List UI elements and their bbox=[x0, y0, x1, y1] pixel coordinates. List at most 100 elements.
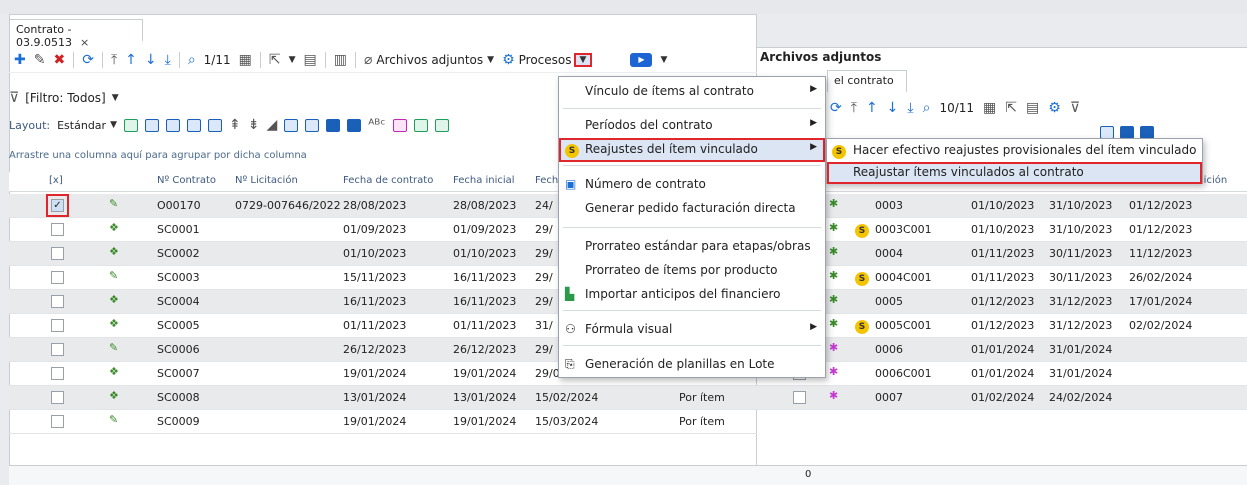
search-icon[interactable]: ⌕ bbox=[188, 52, 196, 68]
menu-item[interactable]: ⎘ Generación de planillas en Lote bbox=[559, 353, 825, 377]
chart-icon[interactable]: ◢ bbox=[266, 117, 277, 133]
search-icon[interactable]: ⌕ bbox=[923, 100, 931, 116]
contract-date: 15/11/2023 bbox=[343, 271, 407, 284]
edit-icon[interactable]: ✎ bbox=[34, 52, 46, 68]
tab-periods[interactable]: el contrato bbox=[827, 70, 907, 92]
document-icon[interactable]: ▤ bbox=[304, 52, 317, 68]
menu-item[interactable]: Generar pedido facturación directa bbox=[559, 197, 825, 221]
document-icon[interactable]: ▤ bbox=[1026, 100, 1039, 116]
select-checkbox[interactable] bbox=[793, 391, 806, 404]
report-icon[interactable]: ▥ bbox=[334, 52, 347, 68]
column-header[interactable]: Fech bbox=[535, 175, 558, 186]
up-icon[interactable]: ↑ bbox=[866, 100, 878, 116]
menu-item[interactable]: Prorrateo de ítems por producto bbox=[559, 259, 825, 283]
gear-icon[interactable]: ⚙ bbox=[1048, 100, 1061, 116]
unpin-icon[interactable]: ⇟ bbox=[248, 117, 260, 133]
view-icon[interactable] bbox=[392, 118, 407, 132]
select-checkbox[interactable] bbox=[51, 271, 64, 284]
table-row[interactable]: ✎ SC0009 19/01/2024 19/01/2024 15/03/2024 Por… bbox=[9, 410, 757, 434]
start-date: 26/12/2023 bbox=[453, 343, 517, 356]
chevron-down-icon[interactable]: ▼ bbox=[289, 55, 296, 65]
column-header[interactable]: Nº Licitación bbox=[235, 175, 298, 186]
start-date: 19/01/2024 bbox=[453, 367, 517, 380]
period-icon: ✱ bbox=[829, 269, 839, 282]
last-icon[interactable]: ⤓ bbox=[165, 52, 171, 68]
list-icon[interactable] bbox=[434, 118, 449, 132]
select-checkbox[interactable] bbox=[51, 415, 64, 428]
menu-item[interactable]: Vínculo de ítems al contrato ▶ bbox=[559, 80, 825, 104]
layout-select[interactable]: Estándar ▼ bbox=[57, 119, 117, 132]
column-header[interactable]: Nº Contrato bbox=[157, 175, 216, 186]
menu-item[interactable]: Prorrateo estándar para etapas/obras bbox=[559, 235, 825, 259]
table-row[interactable]: ✱ 0004 01/11/2023 30/11/2023 11/12/2023 bbox=[757, 242, 1247, 266]
refresh-icon[interactable]: ⟳ bbox=[82, 52, 94, 68]
table-row[interactable]: ✱ 0006C001 01/01/2024 31/01/2024 bbox=[757, 362, 1247, 386]
chevron-down-icon[interactable]: ▼ bbox=[660, 55, 667, 65]
video-icon[interactable]: ▶ bbox=[630, 52, 653, 67]
period-icon: ✱ bbox=[829, 245, 839, 258]
select-checkbox[interactable] bbox=[51, 343, 64, 356]
table-row[interactable]: ✱ 0003 01/10/2023 31/10/2023 01/12/2023 bbox=[757, 194, 1247, 218]
table-row[interactable]: ✱ 0003C001 01/10/2023 31/10/2023 01/12/2023 S bbox=[757, 218, 1247, 242]
down-icon[interactable]: ↓ bbox=[887, 100, 899, 116]
add-column-icon[interactable] bbox=[123, 118, 138, 132]
view-icon[interactable] bbox=[305, 118, 320, 132]
indent-icon[interactable] bbox=[165, 118, 180, 132]
menu-item[interactable]: ▣ Número de contrato bbox=[559, 173, 825, 197]
start-date: 01/01/2024 bbox=[971, 343, 1035, 356]
last-icon[interactable]: ⤓ bbox=[907, 100, 913, 116]
export-icon[interactable]: ⇱ bbox=[269, 52, 281, 68]
select-checkbox[interactable] bbox=[51, 367, 64, 380]
chevron-down-icon[interactable]: ▼ bbox=[573, 52, 593, 67]
chevron-down-icon: ▼ bbox=[111, 93, 119, 103]
up-icon[interactable]: ↑ bbox=[125, 52, 137, 68]
select-checkbox[interactable] bbox=[51, 319, 64, 332]
right-footer: 0 bbox=[757, 465, 1247, 485]
attachments-button[interactable]: ⌀ Archivos adjuntos ▼ bbox=[364, 52, 494, 68]
table-row[interactable]: ✱ 0005 01/12/2023 31/12/2023 17/01/2024 bbox=[757, 290, 1247, 314]
move-up-icon[interactable] bbox=[186, 118, 201, 132]
processes-menu: Vínculo de ítems al contrato ▶ Períodos d… bbox=[558, 76, 826, 378]
export-icon[interactable]: ⇱ bbox=[1005, 100, 1017, 116]
submenu-item[interactable]: Reajustar ítems vinculados al contrato bbox=[827, 162, 1202, 184]
document-tab[interactable]: Contrato - 03.9.0513 × bbox=[9, 19, 143, 49]
filter-bar[interactable]: ⊽ [Filtro: Todos] ▼ bbox=[9, 90, 119, 106]
column-header[interactable]: Fecha inicial bbox=[453, 175, 515, 186]
expand-icon[interactable] bbox=[413, 118, 428, 132]
table-row[interactable]: ✱ 0004C001 01/11/2023 30/11/2023 26/02/2024 S bbox=[757, 266, 1247, 290]
column-header[interactable]: Fecha de contrato bbox=[343, 175, 433, 186]
move-down-icon[interactable] bbox=[207, 118, 222, 132]
grid-view-icon[interactable]: ▦ bbox=[239, 52, 252, 68]
menu-item[interactable]: Períodos del contrato ▶ bbox=[559, 114, 825, 138]
down-icon[interactable]: ↓ bbox=[145, 52, 157, 68]
select-checkbox[interactable] bbox=[51, 391, 64, 404]
separator bbox=[563, 227, 821, 228]
first-icon[interactable]: ⤒ bbox=[851, 100, 857, 116]
menu-item[interactable]: S Reajustes del ítem vinculado ▶ bbox=[559, 138, 825, 162]
first-icon[interactable]: ⤒ bbox=[111, 52, 117, 68]
delete-icon[interactable]: ✖ bbox=[53, 52, 65, 68]
menu-item[interactable]: ▙ Importar anticipos del financiero bbox=[559, 283, 825, 307]
abc-icon[interactable]: ᴬᴮᶜ bbox=[368, 117, 385, 133]
column-header[interactable]: [x] bbox=[49, 175, 63, 186]
submenu-item[interactable]: S Hacer efectivo reajustes provisionales … bbox=[827, 140, 1202, 162]
select-checkbox[interactable] bbox=[51, 223, 64, 236]
select-checkbox[interactable] bbox=[51, 247, 64, 260]
filter-icon[interactable]: ⊽ bbox=[1070, 100, 1080, 116]
select-checkbox[interactable]: ✓ bbox=[46, 194, 69, 217]
view-icon[interactable] bbox=[284, 118, 299, 132]
view-icon[interactable] bbox=[326, 118, 341, 132]
table-row[interactable]: ✱ 0007 01/02/2024 24/02/2024 bbox=[757, 386, 1247, 410]
table-row[interactable]: ❖ SC0008 13/01/2024 13/01/2024 15/02/2024 Por… bbox=[9, 386, 757, 410]
table-row[interactable]: ✱ 0005C001 01/12/2023 31/12/2023 02/02/2024 S bbox=[757, 314, 1247, 338]
refresh-icon[interactable]: ⟳ bbox=[830, 100, 842, 116]
remove-column-icon[interactable] bbox=[144, 118, 159, 132]
grid-view-icon[interactable]: ▦ bbox=[983, 100, 996, 116]
menu-item[interactable]: ⚇ Fórmula visual ▶ bbox=[559, 318, 825, 342]
add-icon[interactable]: ✚ bbox=[14, 52, 26, 68]
view-icon[interactable] bbox=[347, 118, 362, 132]
select-checkbox[interactable] bbox=[51, 295, 64, 308]
table-row[interactable]: ✱ 0006 01/01/2024 31/01/2024 bbox=[757, 338, 1247, 362]
processes-button[interactable]: ⚙ Procesos ▼ bbox=[502, 52, 593, 68]
pin-icon[interactable]: ⇞ bbox=[229, 117, 241, 133]
